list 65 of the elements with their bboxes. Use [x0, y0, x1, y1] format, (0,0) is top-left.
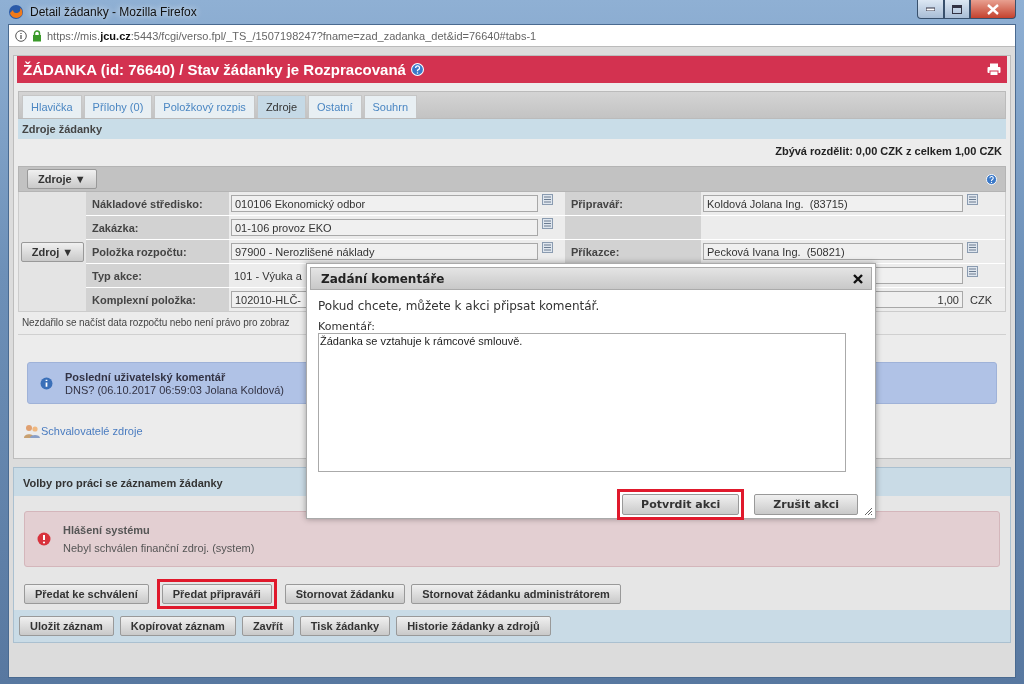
dialog-button[interactable]: Zrušit akci: [754, 494, 858, 515]
comment-title: Poslední uživatelský komentář: [65, 370, 227, 383]
help-icon[interactable]: [410, 63, 424, 76]
message-text: Nebyl schválen finanční zdroj. (system): [63, 542, 255, 554]
comment-field[interactable]: Žádanka se vztahuje k rámcové smlouvě.: [318, 333, 846, 472]
action-button[interactable]: Stornovat žádanku: [284, 584, 406, 604]
unit-label: CZK: [969, 293, 992, 306]
sources-menu-button[interactable]: Zdroje ▼: [27, 169, 97, 189]
minimize-icon: [926, 7, 935, 11]
field-label: Zakázka:: [92, 221, 139, 234]
close-icon[interactable]: [853, 273, 863, 284]
resize-grip-icon[interactable]: [864, 507, 873, 516]
dialog-button[interactable]: Potvrdit akci: [622, 494, 740, 515]
record-button[interactable]: Kopírovat záznam: [119, 616, 236, 636]
dialog-title: Zadání komentáře: [321, 271, 445, 286]
field-label: Příkazce:: [571, 245, 620, 258]
list-icon[interactable]: [542, 242, 553, 253]
maximize-button[interactable]: [944, 0, 970, 19]
window-title: Detail žádanky - Mozilla Firefox: [30, 5, 197, 19]
printer-icon[interactable]: [987, 63, 1001, 76]
record-button[interactable]: Historie žádanky a zdrojů: [396, 616, 551, 636]
action-button[interactable]: Stornovat žádanku administrátorem: [411, 584, 621, 604]
action-button[interactable]: Předat ke schválení: [24, 584, 149, 604]
list-icon[interactable]: [542, 218, 553, 229]
list-icon[interactable]: [967, 242, 978, 253]
info-icon[interactable]: [15, 29, 27, 42]
help-icon[interactable]: [986, 173, 997, 185]
text-field[interactable]: Pecková Ivana Ing. (50821): [703, 243, 963, 260]
source-menu-button[interactable]: Zdroj ▼: [20, 241, 85, 262]
comment-text: DNS? (06.10.2017 06:59:03 Jolana Koldová): [65, 383, 284, 396]
dialog-message: Pokud chcete, můžete k akci připsat komentář.: [318, 299, 601, 313]
tab[interactable]: Přílohy (0): [83, 95, 153, 118]
field-label: Nákladové středisko:: [92, 197, 203, 210]
comment-label: Komentář:: [318, 320, 376, 333]
text-field[interactable]: Koldová Jolana Ing. (83715): [703, 195, 963, 212]
close-button[interactable]: [970, 0, 1016, 19]
approvers-link[interactable]: Schvalovatelé zdroje: [41, 425, 143, 437]
error-icon: [37, 532, 51, 546]
message-title: Hlášení systému: [63, 524, 151, 536]
lock-icon: [32, 29, 42, 42]
browser-logo-icon: [8, 4, 24, 20]
people-icon: [24, 424, 40, 438]
text-field[interactable]: 010106 Ekonomický odbor: [231, 195, 538, 212]
close-icon: [987, 3, 999, 15]
panel-title: Volby pro práci se záznamem žádanky: [22, 476, 224, 491]
info-icon: [40, 376, 53, 390]
record-button[interactable]: Tisk žádanky: [299, 616, 391, 636]
text-field[interactable]: 97900 - Nerozlišené náklady: [231, 243, 538, 260]
record-button[interactable]: Uložit záznam: [19, 616, 114, 636]
page-title: ŽÁDANKA (id: 76640) / Stav žádanky je Rozpracovaná: [23, 61, 406, 78]
list-icon[interactable]: [967, 194, 978, 205]
text-field[interactable]: 01-106 provoz EKO: [231, 219, 538, 236]
tab[interactable]: Zdroje: [256, 95, 307, 118]
action-button[interactable]: Předat připraváři: [161, 584, 272, 604]
field-label: Typ akce:: [92, 269, 142, 282]
field-label: Připravář:: [571, 197, 623, 210]
list-icon[interactable]: [542, 194, 553, 205]
list-icon[interactable]: [967, 266, 978, 277]
maximize-icon: [952, 4, 962, 14]
section-title: Zdroje žádanky: [18, 119, 1006, 139]
remaining-summary: Zbývá rozdělit: 0,00 CZK z celkem 1,00 CZK: [774, 144, 1003, 159]
field-label: Komplexní položka:: [92, 293, 196, 306]
minimize-button[interactable]: [917, 0, 944, 19]
field-label: Položka rozpočtu:: [92, 245, 187, 258]
record-button[interactable]: Zavřít: [241, 616, 294, 636]
